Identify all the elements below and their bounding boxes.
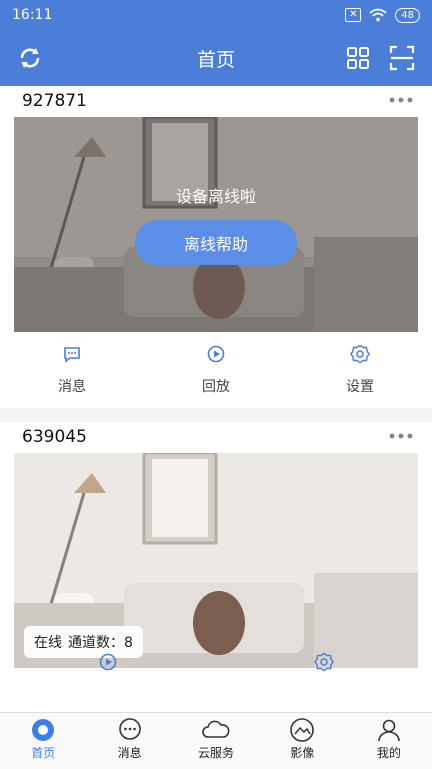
bottom-nav: 首页 消息 云服务 影像 我的 bbox=[0, 712, 432, 769]
playback-icon bbox=[99, 653, 117, 671]
status-icons: ✕ 48 bbox=[345, 7, 420, 23]
playback-icon bbox=[207, 345, 225, 363]
chat-icon bbox=[118, 718, 141, 740]
message-icon bbox=[64, 347, 80, 363]
offline-message: 设备离线啦 bbox=[175, 187, 256, 206]
settings-label: 设置 bbox=[346, 379, 374, 395]
nav-home-label: 首页 bbox=[31, 746, 56, 760]
playback-action[interactable] bbox=[68, 646, 148, 672]
more-options-button[interactable] bbox=[388, 90, 414, 110]
cloud-icon bbox=[202, 720, 230, 738]
gear-icon bbox=[350, 344, 370, 364]
scan-icon bbox=[389, 45, 415, 71]
device-card-header: 927871 bbox=[0, 86, 432, 117]
refresh-button[interactable] bbox=[16, 44, 44, 72]
no-sim-icon: ✕ bbox=[345, 8, 362, 22]
device-list: 927871 设备离线啦 离线帮助 消息 回放 设置 639045 在线 通道数… bbox=[0, 86, 432, 712]
messages-action[interactable]: 消息 bbox=[32, 338, 112, 396]
device-id: 639045 bbox=[22, 427, 87, 447]
settings-action[interactable]: 设置 bbox=[320, 338, 400, 396]
battery-indicator: 48 bbox=[395, 7, 420, 23]
nav-messages[interactable]: 消息 bbox=[86, 713, 172, 769]
device-actions bbox=[0, 646, 432, 712]
device-card-header: 639045 bbox=[0, 422, 432, 453]
more-icon bbox=[389, 433, 413, 439]
image-icon bbox=[290, 718, 315, 742]
offline-help-button[interactable]: 离线帮助 bbox=[135, 220, 297, 265]
device-actions: 消息 回放 设置 bbox=[0, 338, 432, 408]
more-icon bbox=[389, 97, 413, 103]
page-title: 首页 bbox=[196, 48, 235, 71]
status-time: 16:11 bbox=[12, 7, 53, 23]
gear-icon bbox=[314, 652, 334, 672]
grid-icon bbox=[347, 47, 369, 69]
device-preview[interactable]: 在线 通道数：8 bbox=[14, 453, 418, 668]
playback-label: 回放 bbox=[202, 379, 230, 395]
refresh-icon bbox=[20, 48, 40, 68]
nav-media-label: 影像 bbox=[290, 746, 315, 760]
wifi-icon bbox=[369, 8, 387, 22]
nav-messages-label: 消息 bbox=[117, 746, 142, 760]
more-options-button[interactable] bbox=[388, 426, 414, 446]
device-card: 927871 设备离线啦 离线帮助 消息 回放 设置 bbox=[0, 86, 432, 408]
nav-home[interactable]: 首页 bbox=[0, 713, 86, 769]
device-card: 639045 在线 通道数：8 bbox=[0, 422, 432, 712]
settings-action[interactable] bbox=[284, 646, 364, 672]
scan-button[interactable] bbox=[388, 44, 416, 72]
nav-media[interactable]: 影像 bbox=[259, 713, 345, 769]
status-bar: 16:11 ✕ 48 bbox=[0, 0, 432, 30]
grid-view-button[interactable] bbox=[344, 44, 372, 72]
nav-cloud[interactable]: 云服务 bbox=[173, 713, 259, 769]
messages-label: 消息 bbox=[58, 379, 86, 395]
nav-cloud-label: 云服务 bbox=[198, 746, 235, 760]
device-id: 927871 bbox=[22, 91, 87, 111]
playback-action[interactable]: 回放 bbox=[176, 338, 256, 396]
nav-profile-label: 我的 bbox=[376, 746, 401, 760]
device-preview[interactable]: 设备离线啦 离线帮助 bbox=[14, 117, 418, 332]
nav-profile[interactable]: 我的 bbox=[346, 713, 432, 769]
user-icon bbox=[378, 719, 400, 742]
app-bar: 首页 bbox=[0, 30, 432, 86]
home-icon bbox=[32, 719, 55, 741]
